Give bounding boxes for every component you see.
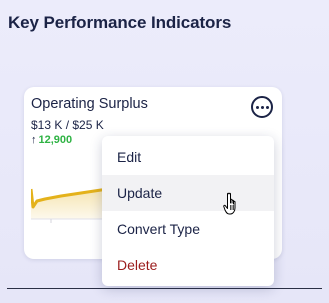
menu-item-delete[interactable]: Delete xyxy=(102,247,274,283)
kpi-card-value: $13 K / $25 K xyxy=(31,118,104,132)
kpi-trend: ↑ 12,900 xyxy=(31,134,72,146)
more-options-button[interactable] xyxy=(251,96,273,118)
more-dot-icon xyxy=(260,105,264,109)
menu-item-convert-type[interactable]: Convert Type xyxy=(102,211,274,247)
kpi-panel: Key Performance Indicators Operating Sur… xyxy=(0,0,329,303)
menu-item-update[interactable]: Update xyxy=(102,175,274,211)
more-dot-icon xyxy=(265,105,269,109)
kpi-trend-value: 12,900 xyxy=(38,134,73,146)
section-divider xyxy=(7,288,322,289)
context-menu: Edit Update Convert Type Delete xyxy=(102,136,274,286)
menu-item-edit[interactable]: Edit xyxy=(102,139,274,175)
trend-up-arrow-icon: ↑ xyxy=(31,134,37,146)
kpi-card-title: Operating Surplus xyxy=(31,96,148,112)
section-title: Key Performance Indicators xyxy=(8,13,232,32)
more-dot-icon xyxy=(255,105,259,109)
